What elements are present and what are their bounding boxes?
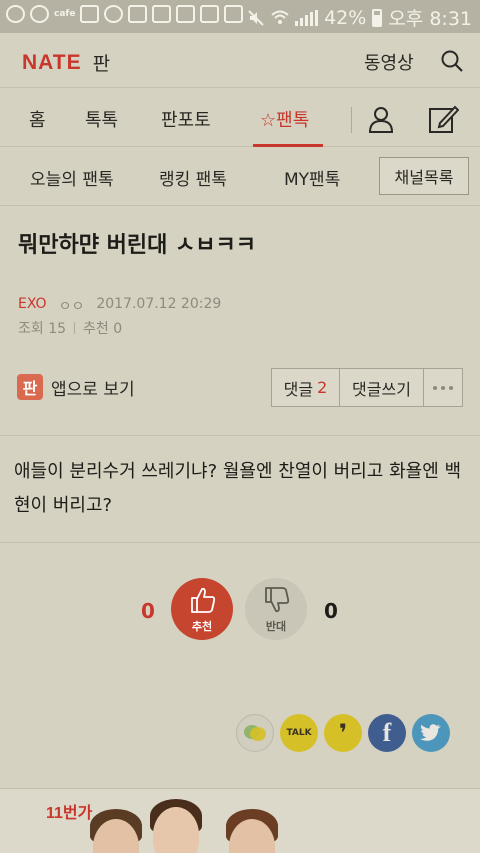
oppose-label: 반대 (265, 620, 287, 633)
sub-tab-my[interactable]: MY팬톡 (284, 165, 340, 190)
more-button[interactable] (424, 369, 462, 406)
status-bar: cafe 42% 오후 8:31 (0, 0, 480, 33)
star-icon: ☆ (260, 110, 277, 131)
check-notification-icon (224, 5, 244, 23)
battery-percent: 42% (324, 6, 367, 29)
mute-icon (248, 9, 264, 26)
share-facebook-button[interactable]: f (368, 714, 406, 752)
oppose-vote-count: 0 (324, 599, 338, 623)
app-notification-icon-3 (128, 5, 148, 23)
recommend-label: 추천 (191, 620, 213, 633)
share-kakaopage-button[interactable]: ❜ (324, 714, 362, 752)
facebook-icon: f (382, 718, 392, 747)
open-in-app-label: 앱으로 보기 (51, 379, 135, 400)
logo-pann: 판 (92, 53, 111, 75)
nate-pann-logo[interactable]: NATE 판 (22, 49, 110, 76)
share-buttons: TALK ❜ f (236, 714, 450, 752)
post-body: 애들이 분리수거 쓰레기냐? 월욜엔 찬열이 버리고 화욜엔 백현이 버리고? (14, 461, 462, 516)
share-kakaostory-button[interactable] (236, 714, 274, 752)
kakaopage-icon: ❜ (338, 719, 348, 747)
write-icon[interactable] (427, 103, 459, 135)
logo-nate: NATE (22, 50, 82, 74)
divider (0, 435, 480, 436)
board-link[interactable]: EXO (18, 296, 47, 316)
tab-pann-photo[interactable]: 판포토 (161, 106, 211, 132)
signal-icon (295, 9, 319, 26)
app-notification-icon (6, 5, 25, 23)
sub-tab-today[interactable]: 오늘의 팬톡 (30, 165, 114, 190)
tab-fan-talk[interactable]: ☆팬톡 (260, 106, 309, 132)
share-kakaotalk-button[interactable]: TALK (280, 714, 318, 752)
comment-count: 2 (317, 378, 328, 397)
post-meta: EXO ㅇㅇ 2017.07.12 20:29 (18, 296, 221, 316)
divider (0, 542, 480, 543)
ad-logo: 11번가 (46, 805, 93, 822)
user-icon[interactable] (367, 105, 395, 133)
cafe-notification-text: cafe (54, 9, 76, 19)
author: ㅇㅇ (58, 299, 85, 315)
nav-divider (351, 107, 352, 133)
tab-home[interactable]: 홈 (29, 106, 46, 132)
battery-icon (372, 8, 383, 27)
comment-actions: 댓글 2 댓글쓰기 (271, 368, 463, 407)
tab-fan-talk-label: 팬톡 (276, 110, 310, 131)
camera-notification-icon (30, 5, 49, 23)
thumbs-up-icon (191, 587, 216, 613)
pann-app-icon: 판 (17, 374, 43, 400)
message-notification-icon (152, 5, 172, 23)
channel-list-button[interactable]: 채널목록 (379, 157, 469, 195)
share-twitter-button[interactable] (412, 714, 450, 752)
sub-nav: 오늘의 팬톡 랭킹 팬톡 MY팬톡 채널목록 (0, 148, 480, 206)
recommend-count: 추천 0 (83, 321, 123, 337)
view-count: 조회 15 (18, 321, 67, 337)
meta-divider (74, 322, 76, 334)
tab-toktok[interactable]: 톡톡 (85, 106, 118, 132)
notification-icons: cafe (6, 5, 244, 23)
active-tab-indicator (253, 144, 323, 147)
ad-banner[interactable]: 11번가 (0, 788, 480, 853)
thumbs-down-icon (265, 587, 290, 613)
app-notification-icon-4 (200, 5, 220, 23)
post-datetime: 2017.07.12 20:29 (96, 296, 222, 312)
write-comment-button[interactable]: 댓글쓰기 (340, 369, 424, 406)
open-in-app-button[interactable]: 판 앱으로 보기 (17, 374, 135, 400)
system-status: 42% 오후 8:31 (247, 4, 472, 31)
kakaotalk-icon: TALK (286, 728, 312, 738)
video-link[interactable]: 동영상 (364, 49, 414, 75)
wifi-icon (271, 10, 289, 24)
post-title: 뭐만하먄 버린대 ㅅㅂㅋㅋ (18, 233, 256, 258)
recommend-button[interactable]: 추천 (171, 578, 233, 640)
sub-tab-ranking[interactable]: 랭킹 팬톡 (159, 165, 227, 190)
twitter-icon (420, 724, 441, 741)
kakaostory-icon (244, 725, 266, 741)
twitter-notification-icon (176, 5, 196, 23)
post-stats: 조회 15 추천 0 (18, 318, 122, 338)
search-icon[interactable] (440, 49, 464, 73)
comments-button[interactable]: 댓글 2 (272, 369, 340, 406)
oppose-button[interactable]: 반대 (245, 578, 307, 640)
app-notification-icon-2 (104, 5, 124, 23)
gallery-notification-icon (80, 5, 100, 23)
comments-label: 댓글 (283, 379, 314, 399)
main-nav: 홈 톡톡 판포토 ☆팬톡 (0, 89, 480, 147)
recommend-vote-count: 0 (141, 599, 155, 623)
clock: 오후 8:31 (388, 8, 472, 30)
more-icon (433, 385, 453, 390)
header: NATE 판 동영상 (0, 33, 480, 88)
